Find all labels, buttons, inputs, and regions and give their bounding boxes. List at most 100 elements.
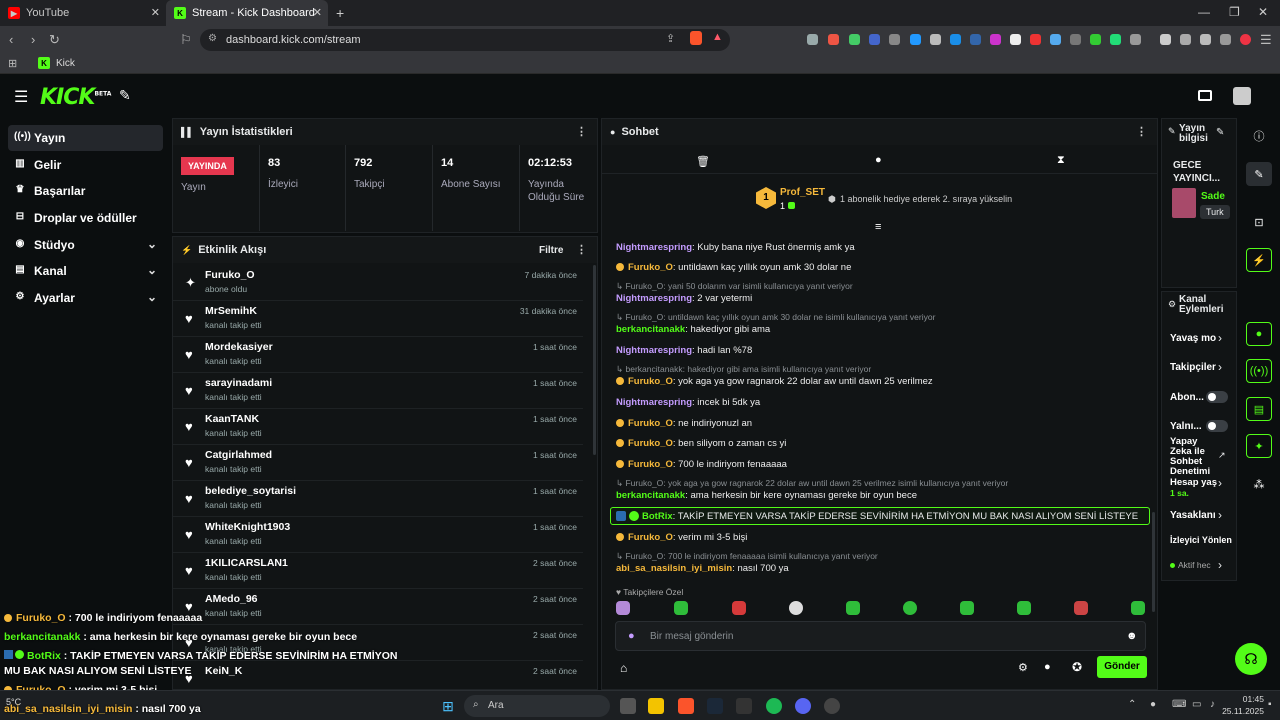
clock-date[interactable]: 25.11.2025 [1200,706,1264,716]
microphone-icon[interactable]: ● [1150,699,1156,710]
close-tab-icon[interactable]: ✕ [151,6,160,19]
extension-icon[interactable] [1010,34,1021,45]
notification-icon[interactable]: ▪ [1268,699,1272,710]
extension-icon[interactable] [1130,34,1141,45]
maximize-icon[interactable]: ❐ [1229,5,1240,19]
menu-icon[interactable]: ☰ [1260,32,1272,48]
lightning-icon[interactable]: ⚡ [1246,248,1272,272]
chevron-up-icon[interactable]: ⌃ [1128,699,1136,710]
discord-icon[interactable] [795,698,811,714]
filter-button[interactable]: Filtre [539,245,563,256]
new-tab-icon[interactable]: + [336,5,344,21]
back-icon[interactable]: ‹ [9,32,13,47]
dots-icon[interactable]: ⁂ [1246,472,1272,496]
edit-icon[interactable]: ✎ [1216,127,1224,138]
reload-icon[interactable]: ↻ [49,32,60,48]
chat-icon[interactable]: ● [1246,322,1272,346]
tab-youtube[interactable]: ▶ YouTube ✕ [0,0,166,26]
extension-icon[interactable] [970,34,981,45]
extension-icon[interactable] [828,34,839,45]
emote-icon[interactable] [1017,601,1031,615]
app-icon[interactable] [824,698,840,714]
sidebar-item-basarilar[interactable]: ♛ Başarılar [8,178,163,204]
extension-icon[interactable] [950,34,961,45]
epic-games-icon[interactable] [736,698,752,714]
extension-icon[interactable] [910,34,921,45]
emote-icon[interactable] [903,601,917,615]
chat-input[interactable]: ● Bir mesaj gönderin ☻ [615,621,1146,651]
brave-rewards-icon[interactable]: ▲ [712,31,723,43]
avatar[interactable] [1233,87,1251,105]
profile-icon[interactable] [1240,34,1251,45]
extension-icon[interactable] [807,34,818,45]
emote-icon[interactable] [960,601,974,615]
emote-icon[interactable] [1074,601,1088,615]
hourglass-icon[interactable]: ⧗ [1057,154,1065,167]
followers-only-action[interactable]: Takipçiler [1170,362,1216,373]
layout-icon[interactable]: ▤ [1246,397,1272,421]
sidebar-item-droplar[interactable]: ⊟ Droplar ve ödüller [8,205,163,231]
leo-ai-icon[interactable] [1200,34,1211,45]
external-link-icon[interactable]: ↗ [1218,450,1226,461]
sidebar-item-studyo[interactable]: ◉ Stüdyo ⌄ [8,232,163,258]
task-view-icon[interactable] [620,698,636,714]
share-icon[interactable]: ⇪ [666,32,675,45]
steam-icon[interactable] [707,698,723,714]
category-thumbnail[interactable] [1172,188,1196,218]
settings-icon[interactable]: ⚙ [1018,661,1028,674]
viewer-redirect-action[interactable]: İzleyici Yönlen [1170,535,1232,545]
trash-icon[interactable]: 🗑 [696,155,710,168]
apps-icon[interactable]: ⊞ [8,57,17,70]
hamburger-menu-icon[interactable]: ☰ [14,87,28,107]
emote-icon[interactable] [789,601,803,615]
clock-time[interactable]: 01:45 [1222,694,1264,704]
tools-icon[interactable]: ✦ [1246,434,1272,458]
extension-icon[interactable] [1090,34,1101,45]
vpn-icon[interactable] [1220,34,1231,45]
theater-mode-icon[interactable] [1198,90,1212,101]
emote-only-toggle[interactable] [1206,420,1228,432]
emote-icon[interactable] [616,601,630,615]
ai-moderation-action[interactable]: Yapay Zeka ile Sohbet Denetimi [1170,437,1210,477]
bookmark-icon[interactable]: ⚐ [180,32,192,48]
taskbar-search[interactable]: ⌕ Ara [464,695,610,717]
site-info-icon[interactable]: ⚙ [208,33,217,44]
sidebar-item-yayin[interactable]: ((•)) Yayın [8,125,163,151]
slow-mode-action[interactable]: Yavaş mo [1170,333,1216,344]
emote-icon[interactable] [846,601,860,615]
extension-icon[interactable] [1050,34,1061,45]
forward-icon[interactable]: › [31,32,35,47]
screenshot-icon[interactable]: ⊡ [1246,210,1272,234]
extension-icon[interactable] [930,34,941,45]
scrollbar[interactable] [593,265,596,455]
bookmark-kick[interactable]: K Kick [38,57,75,69]
pin-icon[interactable]: ✎ [119,87,131,104]
emote-icon[interactable] [674,601,688,615]
kebab-menu-icon[interactable]: ⋮ [1136,125,1147,138]
keyboard-icon[interactable]: ⌨ [1172,699,1186,710]
extension-icon[interactable] [1070,34,1081,45]
account-age-action[interactable]: Hesap yaş [1170,477,1217,488]
spotify-icon[interactable] [766,698,782,714]
info-icon[interactable]: ⓘ [1246,124,1272,148]
extension-icon[interactable] [990,34,1001,45]
send-button[interactable]: Gönder [1097,656,1147,678]
close-tab-icon[interactable]: ✕ [313,6,322,19]
wallet-icon[interactable] [1180,34,1191,45]
close-window-icon[interactable]: ✕ [1258,5,1268,19]
extension-icon[interactable] [849,34,860,45]
chat-bubble-icon[interactable]: ● [875,154,882,166]
chat-bubble-icon[interactable]: ● [1044,661,1051,673]
file-explorer-icon[interactable] [648,698,664,714]
kebab-menu-icon[interactable]: ⋮ [576,125,587,138]
minimize-icon[interactable]: — [1198,5,1210,19]
tab-kick-dashboard[interactable]: K Stream - Kick Dashboard ✕ [166,0,328,26]
gift-icon[interactable]: ✪ [1072,660,1082,674]
windows-start-icon[interactable]: ⊞ [440,698,456,714]
edit-icon[interactable]: ✎ [1246,162,1272,186]
collapse-icon[interactable]: ≡ [875,221,881,233]
sidebar-item-kanal[interactable]: ▤ Kanal ⌄ [8,258,163,284]
sidebar-item-ayarlar[interactable]: ⚙ Ayarlar ⌄ [8,285,163,311]
brave-icon[interactable] [678,698,694,714]
support-icon[interactable]: ☊ [1235,643,1267,675]
